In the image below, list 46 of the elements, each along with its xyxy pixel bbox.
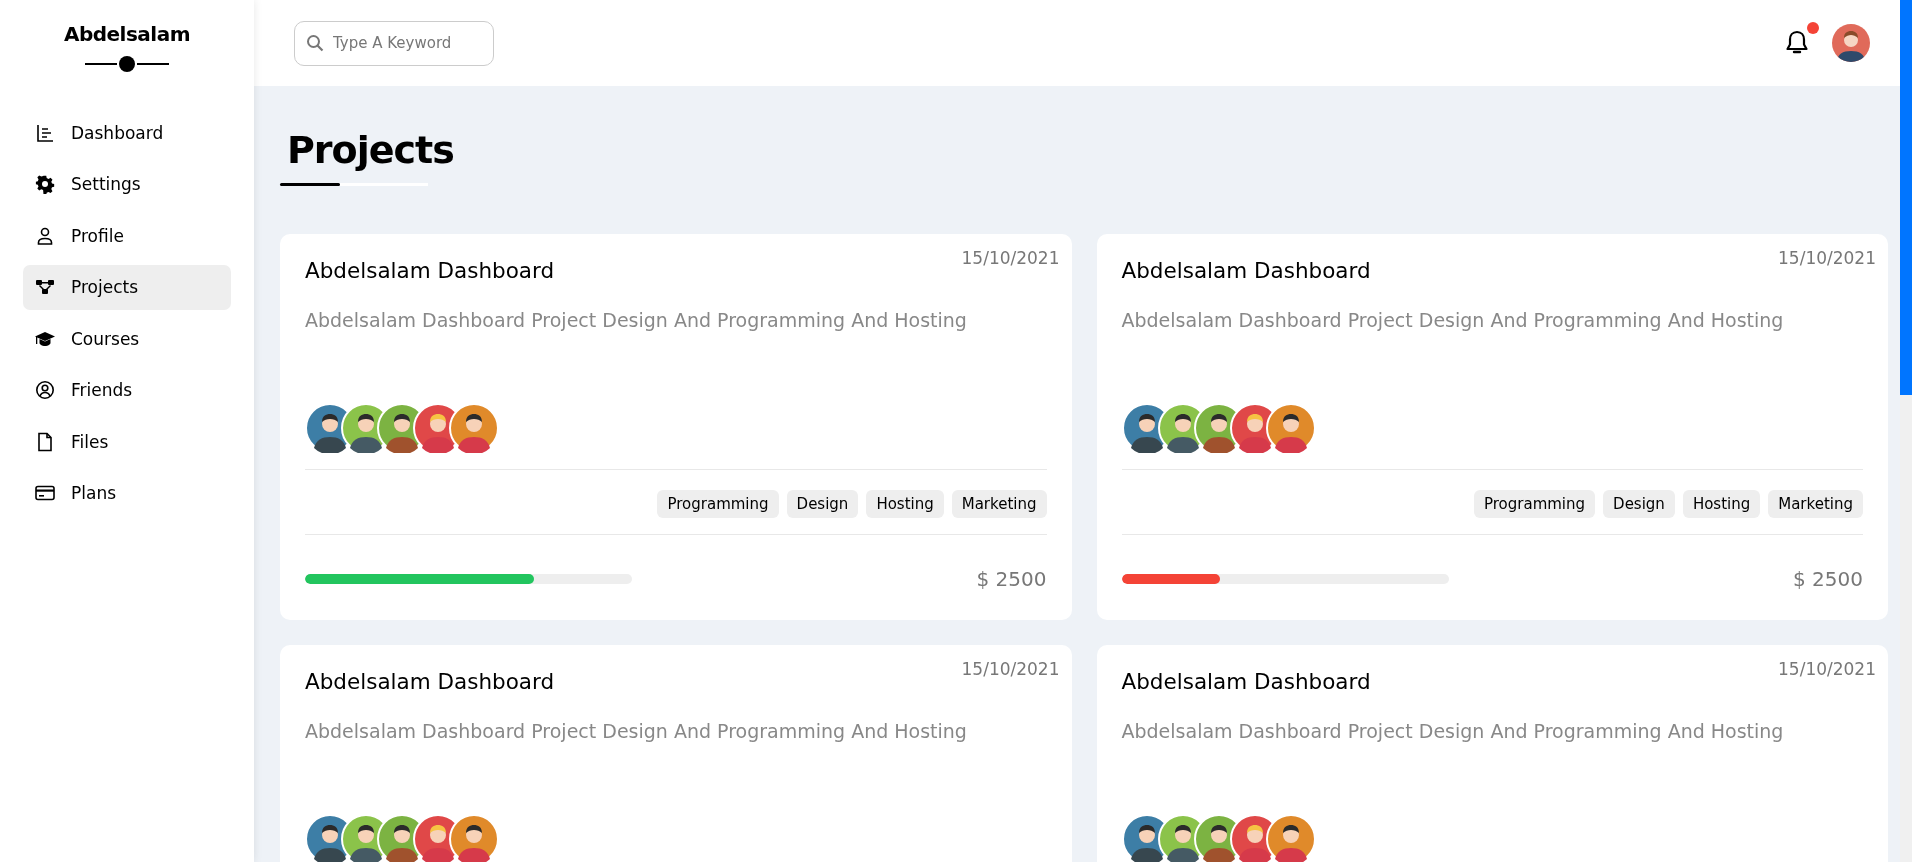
sidebar-item[interactable]: Dashboard	[23, 110, 231, 155]
card-icon	[35, 483, 55, 503]
member-avatar	[449, 403, 499, 454]
project-price: $ 2500	[976, 567, 1047, 592]
gear-icon	[35, 174, 55, 194]
tag: Hosting	[866, 490, 944, 519]
brand-title: Abdelsalam	[63, 22, 191, 46]
project-date: 15/10/2021	[1778, 659, 1876, 680]
project-date: 15/10/2021	[961, 659, 1060, 680]
tag: Programming	[657, 490, 779, 519]
tag: Design	[786, 490, 859, 519]
tag: Marketing	[951, 490, 1047, 519]
sidebar-item[interactable]: Files	[23, 419, 231, 464]
tag: Hosting	[1682, 490, 1761, 519]
project-description: Abdelsalam Dashboard Project Design And Programming And Hosting	[305, 719, 968, 745]
sidebar-item[interactable]: Settings	[23, 161, 231, 207]
sidebar-item[interactable]: Courses	[23, 316, 231, 361]
sidebar-item[interactable]: Plans	[23, 470, 231, 516]
project-title: Abdelsalam Dashboard	[305, 257, 555, 286]
project-date: 15/10/2021	[961, 248, 1060, 269]
project-description: Abdelsalam Dashboard Project Design And Programming And Hosting	[1121, 719, 1785, 745]
user-circle-icon	[35, 380, 55, 400]
tag: Programming	[1473, 490, 1596, 519]
project-date: 15/10/2021	[1778, 248, 1876, 269]
user-icon	[35, 225, 55, 246]
project-price: $ 2500	[1793, 567, 1863, 592]
sidebar-item[interactable]: Profile	[23, 213, 231, 258]
scrollbar-thumb[interactable]	[1900, 0, 1912, 395]
project-title: Abdelsalam Dashboard	[305, 668, 555, 697]
sidebar-item[interactable]: Projects	[23, 264, 231, 310]
project-title: Abdelsalam Dashboard	[1121, 257, 1371, 286]
chart-icon	[35, 122, 55, 143]
project-description: Abdelsalam Dashboard Project Design And Programming And Hosting	[1121, 308, 1785, 334]
search-icon	[306, 33, 324, 52]
project-title: Abdelsalam Dashboard	[1121, 668, 1371, 697]
project-description: Abdelsalam Dashboard Project Design And Programming And Hosting	[305, 308, 968, 334]
page-title: Projects	[287, 127, 455, 174]
search-field[interactable]: Type A Keyword	[294, 20, 494, 66]
user-avatar[interactable]	[1832, 24, 1870, 62]
tag: Design	[1603, 490, 1675, 519]
brand-divider-icon	[85, 54, 169, 74]
tag: Marketing	[1768, 490, 1863, 519]
file-icon	[35, 431, 55, 452]
member-avatar	[1265, 403, 1316, 454]
sidebar-item[interactable]: Friends	[23, 367, 231, 413]
nodes-icon	[35, 277, 55, 297]
